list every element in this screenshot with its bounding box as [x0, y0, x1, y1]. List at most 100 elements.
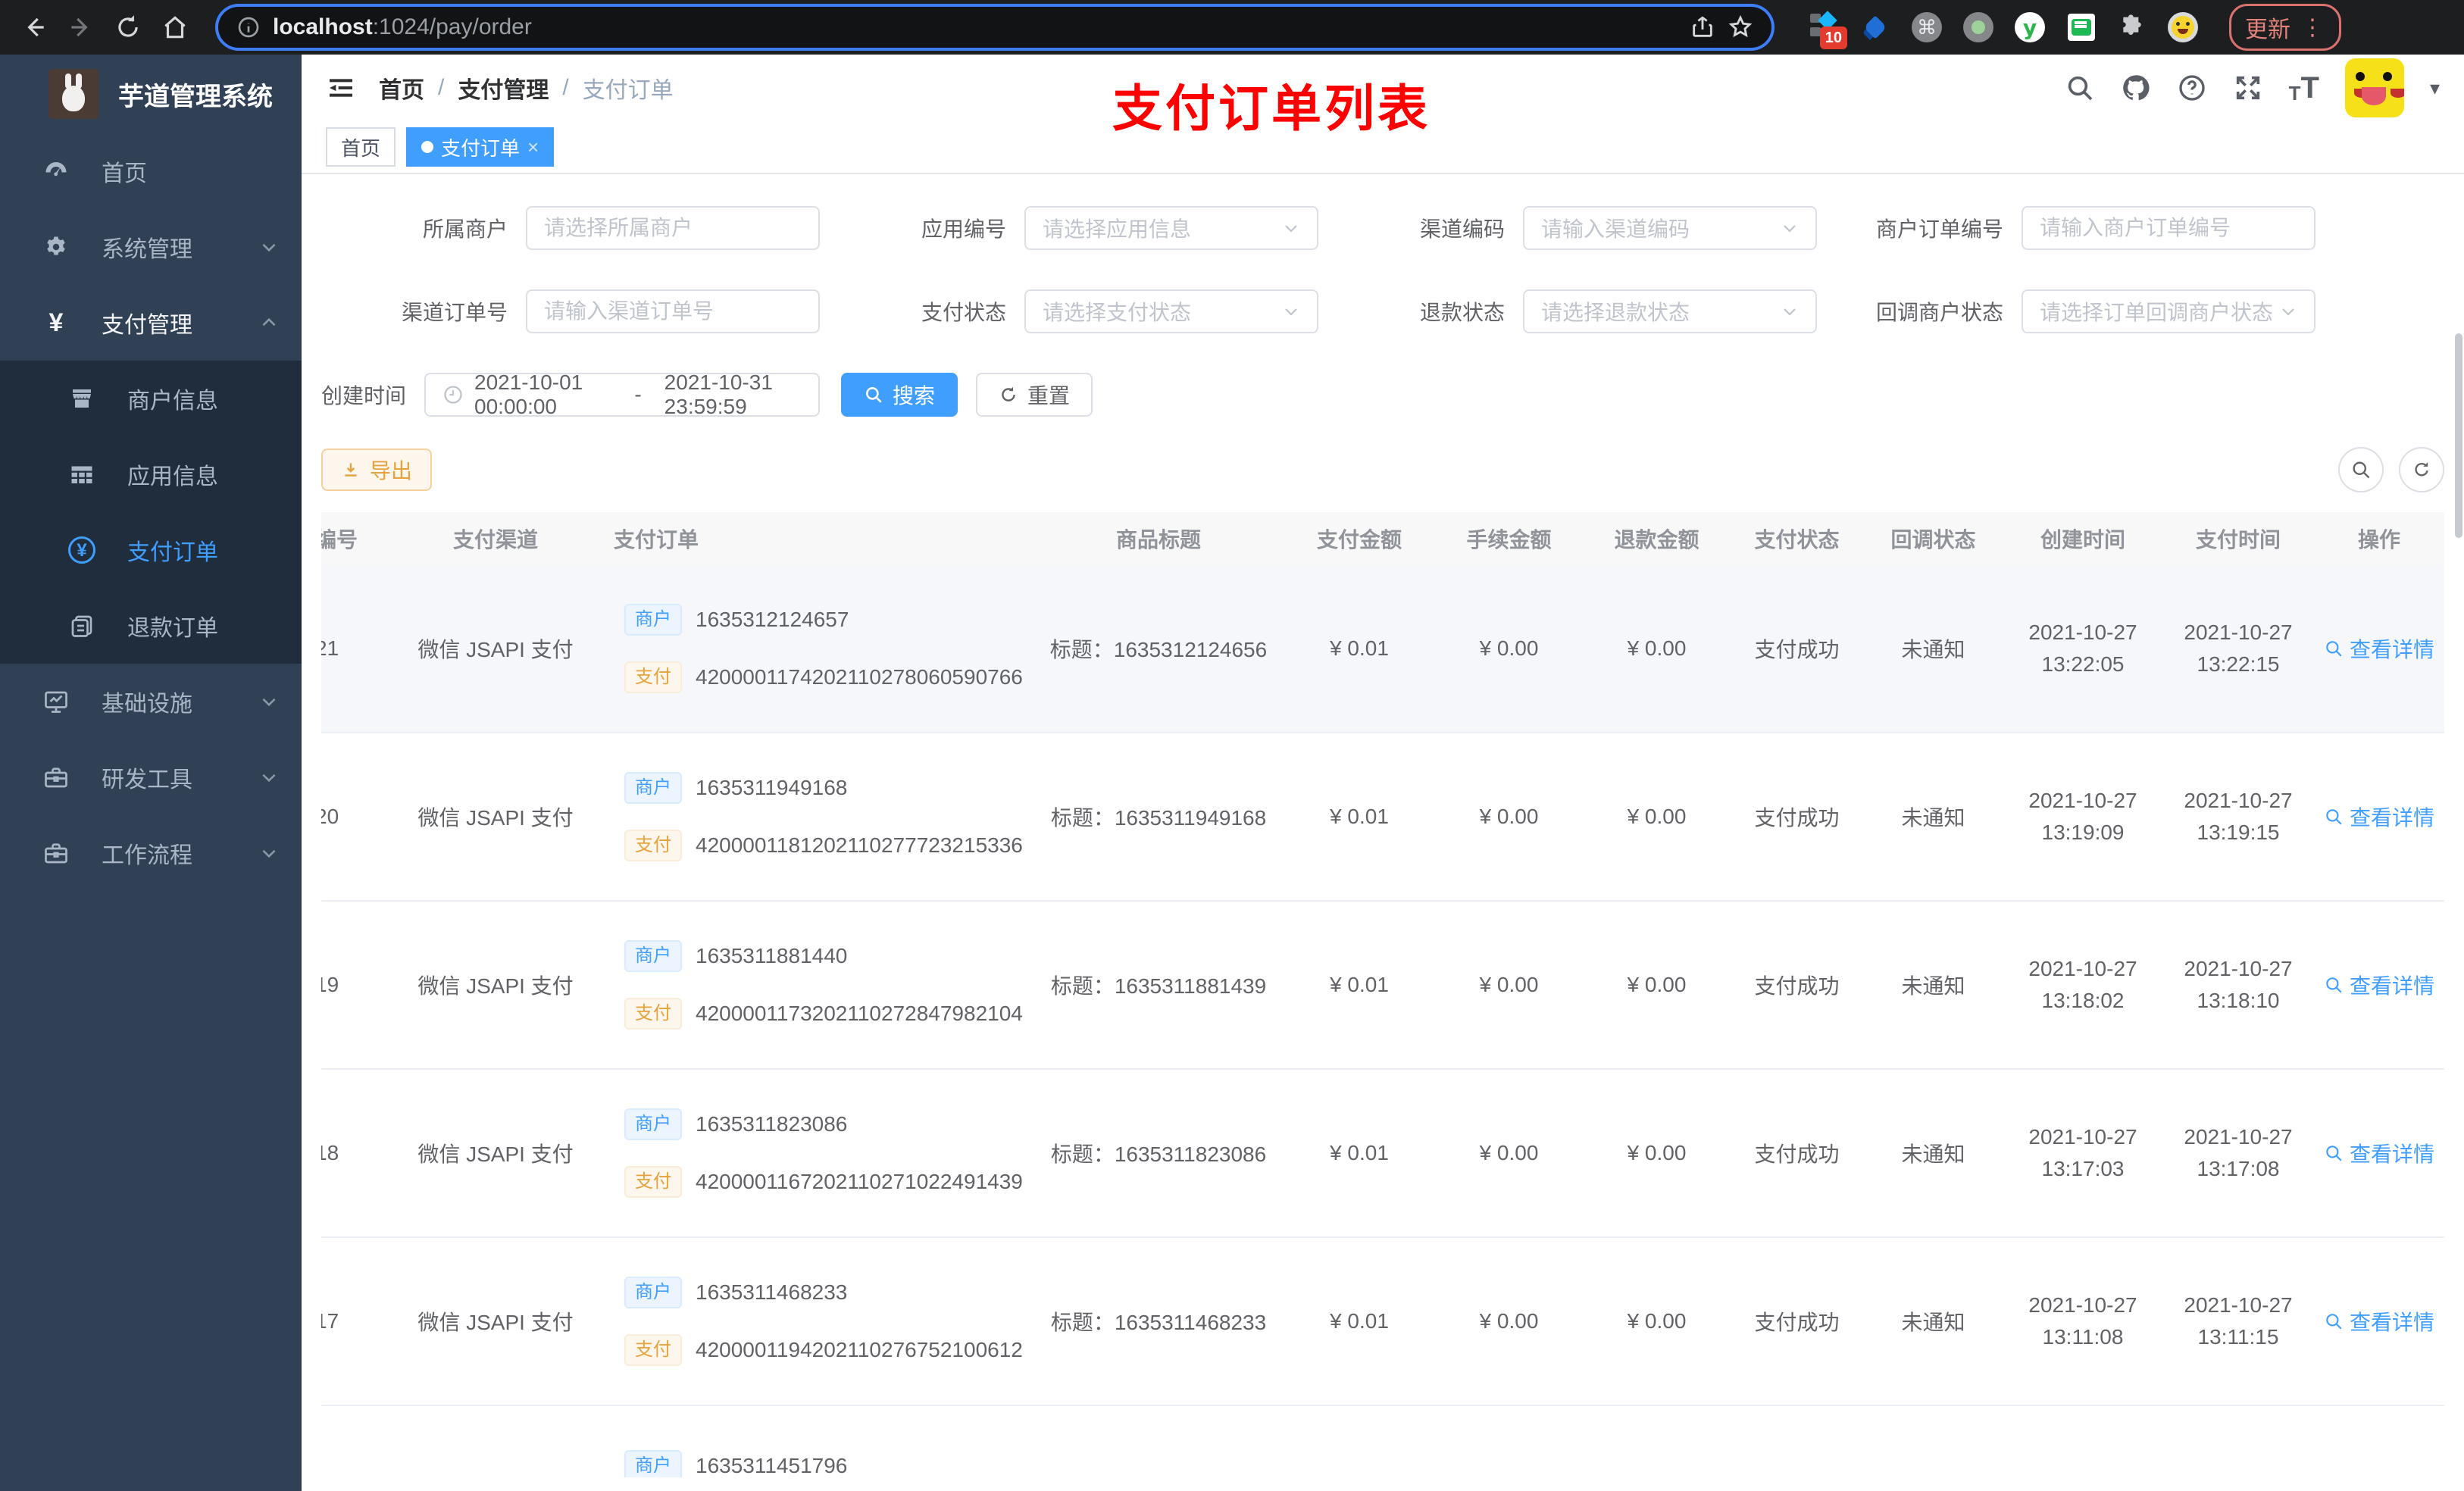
view-detail-link[interactable]: 查看详情 — [2324, 633, 2434, 664]
reload-icon[interactable] — [114, 13, 142, 42]
refresh-icon — [2415, 462, 2428, 477]
extensions-puzzle-icon[interactable] — [2117, 12, 2147, 42]
search-button[interactable]: 搜索 — [841, 373, 958, 417]
update-label: 更新 — [2245, 17, 2290, 42]
help-icon[interactable] — [2177, 73, 2207, 103]
col-header: 支付时间 — [2195, 528, 2281, 552]
order-cell: 商户 1635311451796 — [609, 1406, 1033, 1477]
pay-tag: 支付 — [624, 830, 682, 862]
app-title: 芋道管理系统 — [118, 82, 273, 111]
sidebar-item-pay-order[interactable]: ¥ 支付订单 — [0, 512, 302, 588]
sidebar-item-workflow[interactable]: 工作流程 — [0, 815, 302, 891]
bookmark-star-icon[interactable] — [1728, 14, 1753, 40]
user-caret-down-icon[interactable]: ▾ — [2430, 77, 2440, 100]
browser-update-button[interactable]: 更新 ⋮ — [2229, 4, 2341, 51]
extension-chat-icon[interactable] — [2065, 11, 2097, 43]
title-cell: 标题：1635312124656 — [1049, 638, 1268, 661]
table-row[interactable]: 17 微信 JSAPI 支付 商户1635311468233 支付4200001… — [321, 1238, 2444, 1406]
order-cell: 商户 1635311881440 支付 4200001173202110272847… — [609, 939, 1033, 1030]
site-info-icon[interactable] — [236, 15, 261, 39]
table-row[interactable]: 19 微信 JSAPI 支付 商户1635311881440 支付4200001… — [321, 902, 2444, 1070]
url-text: localhost:1024/pay/order — [273, 14, 532, 39]
filter-app: 应用编号 请选择应用信息 — [820, 206, 1318, 250]
browser-menu-dots-icon[interactable]: ⋮ — [2301, 14, 2325, 41]
back-icon[interactable] — [20, 13, 48, 42]
action-cell: 查看详情 — [2314, 802, 2444, 832]
extension-blocks-icon[interactable]: 10 — [1808, 11, 1847, 49]
sidebar-item-label: 工作流程 — [102, 843, 192, 868]
sidebar-item-system[interactable]: 系统管理 — [0, 209, 302, 285]
table-row[interactable]: 18 微信 JSAPI 支付 商户1635311823086 支付4200001… — [321, 1070, 2444, 1238]
view-detail-link[interactable]: 查看详情 — [2324, 802, 2434, 832]
notify-status-select[interactable]: 请选择订单回调商户状态 — [2022, 289, 2315, 333]
filter-merchant-order-no: 商户订单编号 — [1817, 206, 2315, 250]
date-range-picker[interactable]: 2021-10-01 00:00:00 - 2021-10-31 23:59:5… — [424, 370, 820, 418]
user-avatar[interactable] — [2344, 58, 2404, 117]
close-tag-icon[interactable]: × — [527, 136, 539, 159]
breadcrumb-home[interactable]: 首页 — [379, 71, 424, 105]
merchant-order-no-input[interactable] — [2022, 206, 2315, 250]
home-icon[interactable] — [161, 13, 189, 42]
page-scrollbar[interactable] — [2455, 333, 2462, 538]
title-cell: 标题：1635311949168 — [1050, 806, 1267, 830]
clock-icon — [444, 386, 462, 404]
pay-amount-cell: ¥ 0.01 — [1330, 1309, 1389, 1333]
filter-label: 退款状态 — [1419, 301, 1505, 324]
github-icon[interactable] — [2121, 73, 2151, 103]
extension-record-icon[interactable] — [1962, 11, 1994, 43]
merchant-input[interactable] — [526, 206, 820, 250]
extension-command-icon[interactable]: ⌘ — [1911, 11, 1943, 43]
title-cell: 标题：1635311881439 — [1050, 974, 1267, 998]
sidebar-item-infrastructure[interactable]: 基础设施 — [0, 664, 302, 739]
chevron-down-icon — [262, 243, 276, 252]
reset-button[interactable]: 重置 — [976, 373, 1093, 417]
browser-toolbar: localhost:1024/pay/order 10 ⌘ y 更新 ⋮ — [0, 0, 2464, 55]
view-detail-link[interactable]: 查看详情 — [2324, 1138, 2434, 1168]
channel-order-no-input[interactable] — [526, 289, 820, 333]
create-time-cell: 2021-10-27 13:22:05 — [2028, 620, 2137, 676]
tag-pay-order[interactable]: 支付订单 × — [406, 127, 555, 167]
export-button[interactable]: 导出 — [321, 449, 433, 491]
collapse-sidebar-icon[interactable] — [326, 73, 356, 103]
view-detail-link[interactable]: 查看详情 — [2324, 1306, 2434, 1336]
font-size-icon[interactable]: TT — [2289, 73, 2319, 103]
merchant-tag: 商户 — [624, 1108, 682, 1140]
refund-amount-cell: ¥ 0.00 — [1627, 1141, 1687, 1164]
forward-icon[interactable] — [67, 13, 95, 42]
sidebar-item-refund-order[interactable]: 退款订单 — [0, 588, 302, 664]
table-row[interactable]: 21 微信 JSAPI 支付 商户1635312124657 支付4200001… — [321, 565, 2444, 733]
table-search-toggle-button[interactable] — [2338, 447, 2384, 492]
app-logo-row[interactable]: 芋道管理系统 — [0, 55, 302, 133]
table-row[interactable]: 20 微信 JSAPI 支付 商户1635311949168 支付4200001… — [321, 733, 2444, 902]
col-header: 支付订单 — [614, 528, 699, 552]
share-icon[interactable] — [1690, 14, 1715, 40]
breadcrumb-current: 支付订单 — [582, 78, 674, 103]
extension-y-icon[interactable]: y — [2014, 11, 2046, 43]
table-row-partial[interactable]: 商户 1635311451796 — [321, 1406, 2444, 1477]
sidebar-item-dev-tools[interactable]: 研发工具 — [0, 739, 302, 815]
breadcrumb-payment[interactable]: 支付管理 — [458, 71, 549, 105]
search-icon[interactable] — [2065, 73, 2095, 103]
tag-home[interactable]: 首页 — [326, 127, 396, 167]
pay-status-select[interactable]: 请选择支付状态 — [1024, 289, 1318, 333]
order-cell: 商户 1635311468233 支付 4200001194202110276752… — [609, 1276, 1033, 1367]
date-separator: - — [634, 383, 642, 406]
sidebar-item-home[interactable]: 首页 — [0, 133, 302, 209]
address-bar[interactable]: localhost:1024/pay/order — [218, 7, 1771, 48]
refund-status-select[interactable]: 请选择退款状态 — [1523, 289, 1817, 333]
extension-emoji-icon[interactable] — [2167, 11, 2199, 43]
channel-code-select[interactable]: 请输入渠道编码 — [1523, 206, 1817, 250]
view-detail-link[interactable]: 查看详情 — [2324, 970, 2434, 1000]
sidebar-item-payment[interactable]: ¥ 支付管理 — [0, 285, 302, 361]
filter-label: 回调商户状态 — [1875, 301, 2003, 324]
grid-icon — [71, 466, 92, 483]
sidebar-item-app-info[interactable]: 应用信息 — [0, 436, 302, 512]
fullscreen-icon[interactable] — [2233, 73, 2263, 103]
yen-icon: ¥ — [48, 308, 64, 337]
table-refresh-button[interactable] — [2399, 447, 2444, 492]
app-select[interactable]: 请选择应用信息 — [1024, 206, 1318, 250]
sidebar-item-merchant-info[interactable]: 商户信息 — [0, 361, 302, 436]
col-header: 操作 — [2357, 528, 2400, 552]
extension-kite-icon[interactable] — [1859, 11, 1891, 43]
pay-time-cell: 2021-10-27 13:22:15 — [2184, 620, 2293, 676]
